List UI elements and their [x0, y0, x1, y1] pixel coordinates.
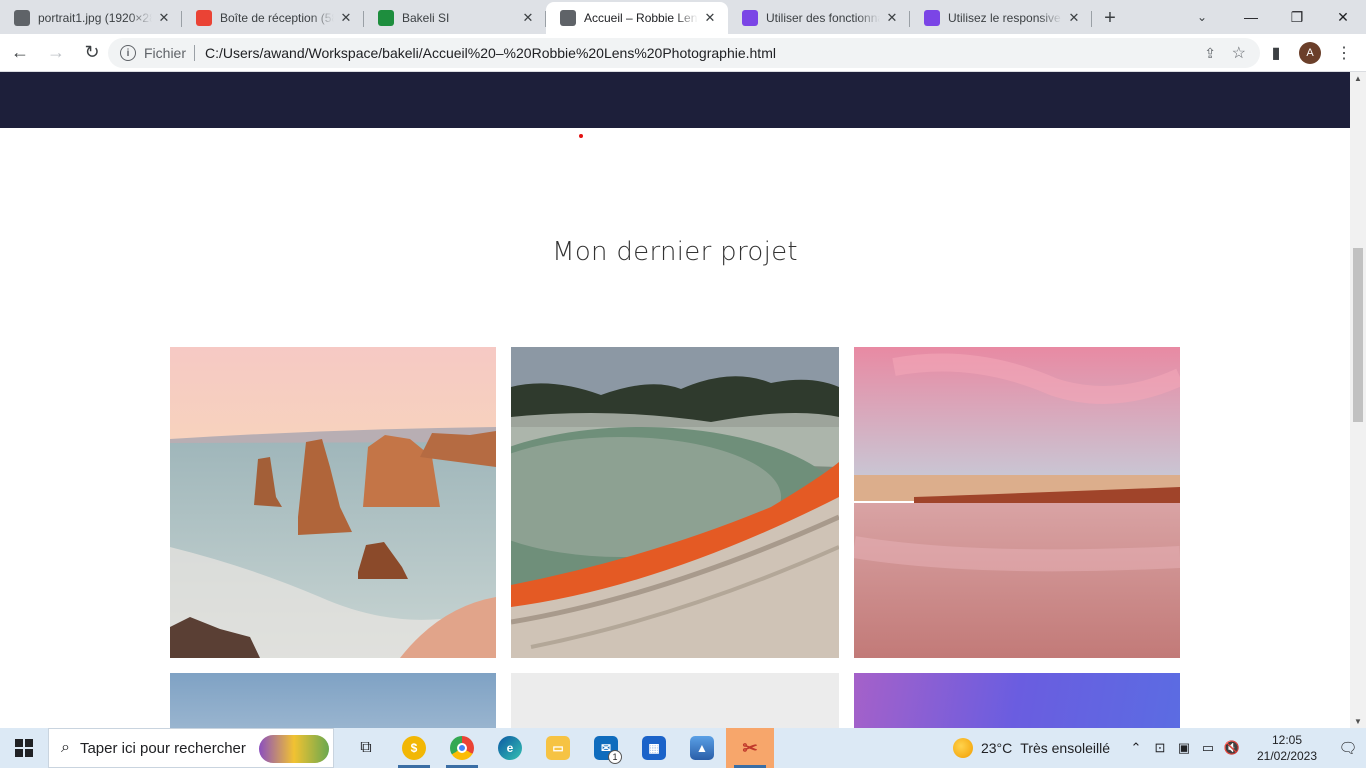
hot-spring-image — [511, 347, 839, 658]
red-dot — [579, 134, 583, 138]
side-panel-icon[interactable]: ▮ — [1262, 37, 1290, 69]
taskbar-edge-icon[interactable]: e — [486, 728, 534, 768]
gmail-icon — [196, 10, 212, 26]
address-bar[interactable]: i Fichier C:/Users/awand/Workspace/bakel… — [108, 38, 1260, 68]
divi-icon — [742, 10, 758, 26]
tab-strip: portrait1.jpg (1920×2880)✕Boîte de récep… — [0, 0, 1366, 34]
tab-separator — [1091, 11, 1092, 27]
new-tab-button[interactable]: + — [1092, 2, 1128, 34]
tab-title: portrait1.jpg (1920×2880) — [38, 11, 152, 25]
clock[interactable]: 12:05 21/02/2023 — [1252, 732, 1322, 764]
search-icon: ⌕ — [61, 739, 70, 756]
close-tab-icon[interactable]: ✕ — [520, 10, 536, 26]
weather-temp: 23°C — [980, 740, 1013, 756]
close-tab-icon[interactable]: ✕ — [1066, 10, 1082, 26]
tab-title: Bakeli SI — [402, 11, 450, 25]
search-placeholder: Taper ici pour rechercher — [79, 739, 246, 757]
profile-button[interactable]: A — [1296, 37, 1324, 69]
window-controls: — ❐ ✕ — [1228, 0, 1366, 34]
minimize-icon[interactable]: — — [1228, 0, 1274, 34]
scroll-thumb[interactable] — [1353, 248, 1363, 422]
gallery-photo-hot-spring[interactable] — [511, 347, 839, 658]
windows-logo-icon — [15, 739, 33, 757]
taskbar-file-explorer-icon[interactable]: ▭ — [534, 728, 582, 768]
page-scrollbar[interactable]: ▲ ▼ — [1350, 72, 1366, 728]
gallery-photo-pink-lake[interactable] — [854, 347, 1180, 658]
avatar: A — [1299, 42, 1321, 64]
browser-tab[interactable]: Bakeli SI ✕ — [364, 2, 546, 34]
clock-date: 21/02/2023 — [1256, 749, 1318, 763]
tab-search-icon[interactable]: ⌄ — [1188, 0, 1216, 34]
start-button[interactable] — [0, 728, 48, 768]
clock-time: 12:05 — [1271, 733, 1303, 747]
divi-icon — [924, 10, 940, 26]
globe-icon — [14, 10, 30, 26]
forward-icon[interactable]: → — [40, 37, 72, 69]
globe-icon — [560, 10, 576, 26]
tab-title: Utilisez le responsive — [948, 11, 1061, 25]
info-icon[interactable]: i — [120, 45, 136, 61]
volume-muted-icon[interactable]: 🔇 — [1220, 740, 1244, 756]
task-view-icon[interactable]: ⧉ — [342, 728, 390, 768]
taskbar-snip-icon[interactable]: ✂ — [726, 728, 774, 768]
battery-icon[interactable]: ▭ — [1196, 740, 1220, 756]
tab-title: Accueil – Robbie Lens — [584, 11, 698, 25]
browser-toolbar: ← → ↻ i Fichier C:/Users/awand/Workspace… — [0, 34, 1366, 72]
taskbar-store-icon[interactable]: ▦ — [630, 728, 678, 768]
taskbar-app-coin[interactable]: $ — [390, 728, 438, 768]
chevron-up-icon[interactable]: ⌃ — [1124, 740, 1148, 756]
gallery-photo-purple-sky[interactable] — [854, 673, 1180, 728]
browser-tab[interactable]: Boîte de réception (58) ✕ — [182, 2, 364, 34]
page-viewport: Mon dernier projet — [0, 72, 1350, 728]
browser-tab[interactable]: Utilisez le responsive ✕ — [910, 2, 1092, 34]
share-icon[interactable]: ⇪ — [1204, 45, 1216, 62]
close-tab-icon[interactable]: ✕ — [338, 10, 354, 26]
gallery-photo-blue-sky[interactable] — [170, 673, 496, 728]
close-window-icon[interactable]: ✕ — [1320, 0, 1366, 34]
gallery-photo-white[interactable] — [511, 673, 839, 728]
system-tray: 23°C Très ensoleillé ⌃ ⊡ ▣ ▭ 🔇 12:05 21/… — [952, 728, 1366, 768]
taskbar: ⌕ Taper ici pour rechercher ⧉ $ e ▭ ✉ 1 … — [0, 728, 1366, 768]
sea-stacks-image — [170, 347, 496, 658]
reload-icon[interactable]: ↻ — [76, 37, 108, 69]
site-header — [0, 72, 1350, 128]
back-icon[interactable]: ← — [4, 37, 36, 69]
display-icon[interactable]: ▣ — [1172, 740, 1196, 756]
notification-icon[interactable]: 🗨 — [1330, 739, 1366, 757]
taskbar-mail-icon[interactable]: ✉ 1 — [582, 728, 630, 768]
close-tab-icon[interactable]: ✕ — [884, 10, 900, 26]
weather-desc: Très ensoleillé — [1020, 740, 1110, 756]
mail-badge: 1 — [608, 750, 622, 764]
tab-title: Utiliser des fonctionnalités — [766, 11, 880, 25]
bookmark-star-icon[interactable]: ☆ — [1232, 43, 1246, 63]
sun-icon — [952, 738, 973, 758]
pink-lake-image — [854, 347, 1180, 658]
google-drive-icon — [378, 10, 394, 26]
taskbar-search[interactable]: ⌕ Taper ici pour rechercher — [48, 728, 334, 768]
scheme-label: Fichier — [144, 45, 187, 61]
browser-tab[interactable]: portrait1.jpg (1920×2880) ✕ — [0, 2, 182, 34]
restore-icon[interactable]: ❐ — [1274, 0, 1320, 34]
address-divider — [194, 45, 196, 61]
close-tab-icon[interactable]: ✕ — [702, 10, 718, 26]
search-highlight-icon — [259, 735, 329, 763]
browser-tab[interactable]: Utiliser des fonctionnalités ✕ — [728, 2, 910, 34]
close-tab-icon[interactable]: ✕ — [156, 10, 172, 26]
weather-widget[interactable]: 23°C Très ensoleillé — [952, 738, 1110, 758]
browser-tab[interactable]: Accueil – Robbie Lens ✕ — [546, 2, 728, 34]
menu-kebab-icon[interactable]: ⋮ — [1330, 37, 1358, 69]
gallery-photo-sea-stacks[interactable] — [170, 347, 496, 658]
scroll-up-icon[interactable]: ▲ — [1354, 74, 1362, 83]
taskbar-photos-icon[interactable]: ▲ — [678, 728, 726, 768]
taskbar-chrome-icon[interactable] — [438, 728, 486, 768]
section-title: Mon dernier projet — [552, 237, 798, 267]
url-text[interactable]: C:/Users/awand/Workspace/bakeli/Accueil%… — [205, 45, 776, 61]
scroll-down-icon[interactable]: ▼ — [1354, 717, 1362, 726]
network-icon[interactable]: ⊡ — [1148, 740, 1172, 756]
tab-title: Boîte de réception (58) — [220, 11, 334, 25]
